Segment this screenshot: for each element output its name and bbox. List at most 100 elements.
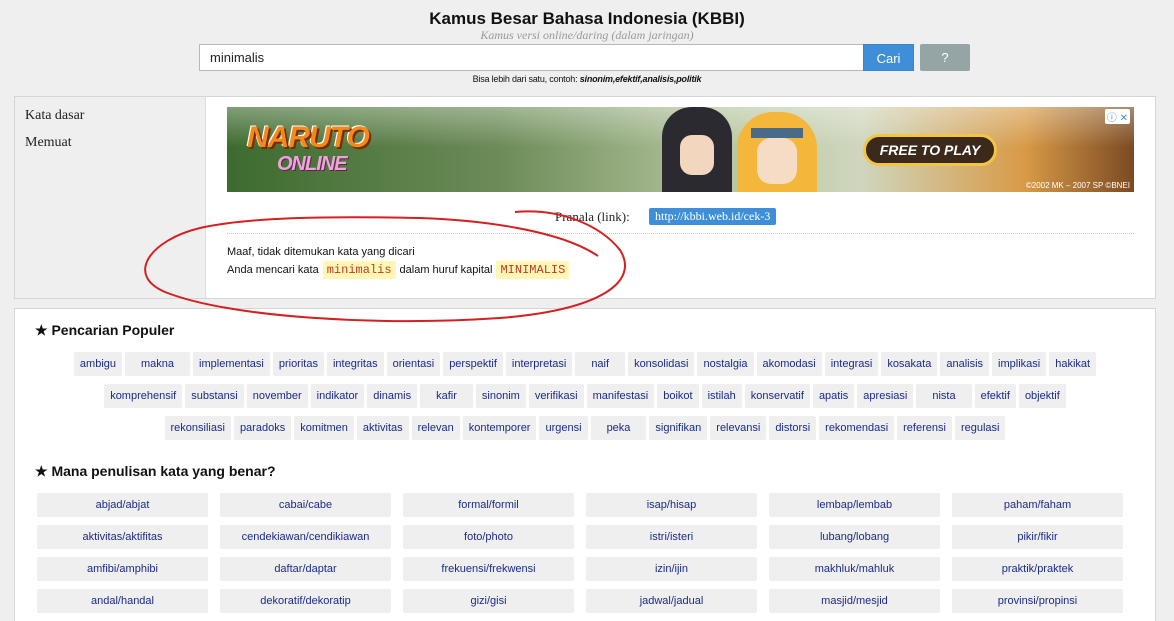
popular-tag[interactable]: apresiasi [857, 384, 914, 408]
spelling-item[interactable]: frekuensi/frekwensi [403, 557, 574, 581]
popular-tag[interactable]: rekonsiliasi [164, 416, 231, 440]
popular-tag[interactable]: verifikasi [528, 384, 584, 408]
spelling-item[interactable]: formal/formil [403, 493, 574, 517]
header: Kamus Besar Bahasa Indonesia (KBBI) Kamu… [0, 0, 1174, 96]
spelling-item[interactable]: masjid/mesjid [769, 589, 940, 613]
info-icon[interactable]: ⓘ ✕ [1104, 109, 1130, 124]
search-input[interactable]: minimalis [199, 44, 864, 71]
popular-tag[interactable]: manifestasi [586, 384, 655, 408]
spelling-item[interactable]: praktik/praktek [952, 557, 1123, 581]
popular-tag[interactable]: substansi [185, 384, 244, 408]
spelling-item[interactable]: andal/handal [37, 589, 208, 613]
free-to-play-button[interactable]: FREE TO PLAY [863, 134, 997, 166]
banner-logo-sub: ONLINE [277, 153, 348, 175]
popular-tag[interactable]: nostalgia [697, 352, 754, 376]
popular-tag[interactable]: akomodasi [756, 352, 822, 376]
spelling-item[interactable]: amfibi/amphibi [37, 557, 208, 581]
popular-tag[interactable]: objektif [1018, 384, 1066, 408]
banner-logo: NARUTO ONLINE [247, 121, 370, 179]
popular-tag[interactable]: komitmen [294, 416, 354, 440]
popular-tag[interactable]: kontemporer [462, 416, 537, 440]
spelling-item[interactable]: cendekiawan/cendikiawan [220, 525, 391, 549]
popular-tag[interactable]: komprehensif [104, 384, 183, 408]
hint-prefix: Bisa lebih dari satu, contoh: [472, 74, 578, 84]
spelling-item[interactable]: gizi/gisi [403, 589, 574, 613]
banner-logo-main: NARUTO [247, 121, 370, 154]
summary-prefix: Anda mencari kata [227, 264, 319, 276]
keyword-upper-badge: MINIMALIS [496, 261, 570, 279]
popular-tag[interactable]: indikator [310, 384, 365, 408]
not-found-message: Maaf, tidak ditemukan kata yang dicari [227, 246, 415, 258]
popular-tag[interactable]: konsolidasi [628, 352, 695, 376]
spelling-title: ★ Mana penulisan kata yang benar? [35, 463, 276, 479]
spelling-item[interactable]: pikir/fikir [952, 525, 1123, 549]
popular-tag[interactable]: kosakata [881, 352, 938, 376]
banner-character-blond [737, 112, 817, 192]
popular-tag[interactable]: ambigu [73, 352, 122, 376]
popular-tag[interactable]: interpretasi [505, 352, 573, 376]
popular-tag[interactable]: makna [125, 352, 191, 376]
popular-tag[interactable]: istilah [701, 384, 742, 408]
spelling-item[interactable]: foto/photo [403, 525, 574, 549]
site-subtitle: Kamus versi online/daring (dalam jaringa… [480, 28, 694, 42]
popular-tag[interactable]: sinonim [475, 384, 526, 408]
spelling-item[interactable]: istri/isteri [586, 525, 757, 549]
spelling-item[interactable]: paham/faham [952, 493, 1123, 517]
popular-panel: ★ Pencarian Populer ambigu makna implement… [14, 308, 1156, 621]
popular-tag[interactable]: analisis [940, 352, 990, 376]
spelling-item[interactable]: provinsi/propinsi [952, 589, 1123, 613]
popular-tag[interactable]: prioritas [272, 352, 324, 376]
popular-tag[interactable]: aktivitas [356, 416, 409, 440]
popular-tag[interactable]: boikot [657, 384, 699, 408]
popular-tag[interactable]: konservatif [744, 384, 810, 408]
popular-tag[interactable]: apatis [812, 384, 855, 408]
popular-tag[interactable]: implementasi [193, 352, 270, 376]
popular-tag[interactable]: relevan [411, 416, 460, 440]
popular-tag[interactable]: distorsi [769, 416, 817, 440]
sidebar-item-memuat[interactable]: Memuat [25, 135, 72, 151]
character-headband [751, 128, 803, 138]
popular-tag[interactable]: signifikan [649, 416, 708, 440]
spelling-item[interactable]: makhluk/mahluk [769, 557, 940, 581]
popular-tag[interactable]: hakikat [1049, 352, 1097, 376]
popular-tag[interactable]: orientasi [386, 352, 441, 376]
popular-tag[interactable]: dinamis [367, 384, 418, 408]
popular-tag[interactable]: paradoks [233, 416, 292, 440]
search-button[interactable]: Cari [863, 44, 914, 71]
popular-tag[interactable]: kafir [420, 384, 473, 408]
popular-tag[interactable]: referensi [897, 416, 952, 440]
spelling-item[interactable]: lubang/lobang [769, 525, 940, 549]
popular-tag[interactable]: integritas [326, 352, 384, 376]
popular-tag[interactable]: regulasi [954, 416, 1006, 440]
spelling-item[interactable]: dekoratif/dekoratip [220, 589, 391, 613]
popular-tag[interactable]: rekomendasi [819, 416, 895, 440]
sidebar-item-kata-dasar[interactable]: Kata dasar [25, 108, 84, 124]
popular-tag[interactable]: efektif [974, 384, 1016, 408]
character-face [680, 135, 714, 175]
spelling-item[interactable]: cabai/cabe [220, 493, 391, 517]
spelling-item[interactable]: izin/ijin [586, 557, 757, 581]
popular-tag[interactable]: perspektif [443, 352, 503, 376]
banner-copyright: ©2002 MK – 2007 SP ©BNEI [1025, 181, 1130, 190]
popular-title: ★ Pencarian Populer [35, 322, 175, 338]
spelling-item[interactable]: daftar/daptar [220, 557, 391, 581]
popular-tag[interactable]: integrasi [824, 352, 879, 376]
popular-tag[interactable]: implikasi [992, 352, 1047, 376]
sidebar: Kata dasar Memuat [15, 97, 206, 298]
spelling-item[interactable]: aktivitas/aktifitas [37, 525, 208, 549]
character-face [757, 138, 797, 184]
spelling-item[interactable]: abjad/abjat [37, 493, 208, 517]
spelling-item[interactable]: lembap/lembab [769, 493, 940, 517]
spelling-item[interactable]: jadwal/jadual [586, 589, 757, 613]
popular-tag[interactable]: nista [916, 384, 972, 408]
popular-row: komprehensif substansi november indikator di… [15, 384, 1155, 408]
popular-tag[interactable]: peka [590, 416, 647, 440]
help-button[interactable]: ? [920, 44, 970, 71]
popular-tag[interactable]: november [246, 384, 308, 408]
spelling-item[interactable]: isap/hisap [586, 493, 757, 517]
popular-tag[interactable]: urgensi [539, 416, 588, 440]
popular-tag[interactable]: naif [575, 352, 626, 376]
popular-tag[interactable]: relevansi [710, 416, 767, 440]
pranala-link[interactable]: http://kbbi.web.id/cek-3 [649, 208, 777, 225]
ad-banner[interactable]: NARUTO ONLINE FREE TO PLAY ©2002 MK – 20… [227, 107, 1134, 192]
